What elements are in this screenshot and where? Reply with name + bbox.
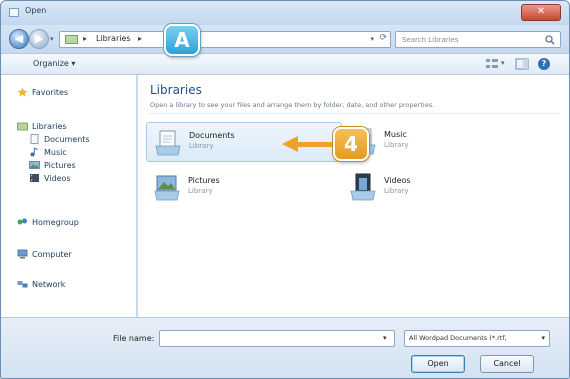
videos-icon <box>30 174 39 182</box>
address-dropdown-icon[interactable]: ▾ <box>370 35 374 43</box>
library-pictures-name: Pictures <box>188 176 220 185</box>
nav-homegroup-label: Homegroup <box>32 217 79 227</box>
library-videos[interactable]: Videos Library <box>342 168 538 208</box>
callout-a: A <box>164 24 200 56</box>
open-dialog: Open ✕ ◀ ▶ ▾ ▸ Libraries ▸ ▾ ⟳ Organiz <box>0 0 570 379</box>
page-subtitle: Open a library to see your files and arr… <box>150 101 435 109</box>
breadcrumb-separator-icon[interactable]: ▸ <box>83 34 87 43</box>
search-box[interactable] <box>395 31 561 48</box>
nav-network[interactable]: Network <box>17 277 65 291</box>
change-view-icon[interactable] <box>485 58 499 70</box>
nav-pictures-label: Pictures <box>44 160 76 170</box>
libraries-icon <box>17 122 28 131</box>
title-bar: Open ✕ <box>1 1 569 25</box>
window-title: Open <box>25 6 47 15</box>
file-type-select[interactable]: All Wordpad Documents (*.rtf, ▾ <box>404 330 550 347</box>
callout-arrow-line <box>297 142 333 147</box>
close-button[interactable]: ✕ <box>521 4 561 21</box>
filename-history-dropdown[interactable]: ▾ <box>383 334 387 342</box>
nav-favorites[interactable]: Favorites <box>17 85 68 99</box>
view-options-dropdown[interactable]: ▾ <box>501 59 505 67</box>
page-title: Libraries <box>150 83 202 97</box>
divider <box>148 113 559 114</box>
homegroup-icon <box>17 218 27 225</box>
nav-library-documents[interactable]: Documents <box>29 132 90 146</box>
computer-icon <box>17 249 28 259</box>
breadcrumb-libraries[interactable]: Libraries <box>96 34 131 43</box>
recent-pages-dropdown[interactable]: ▾ <box>50 35 54 43</box>
file-entry-area: File name: ▾ All Wordpad Documents (*.rt… <box>1 317 569 378</box>
navigation-pane: Favorites Libraries Documents Music Pict… <box>1 75 137 317</box>
network-icon <box>17 281 28 288</box>
preview-pane-icon[interactable] <box>515 58 529 70</box>
chevron-down-icon: ▾ <box>541 334 545 342</box>
nav-videos-label: Videos <box>44 173 71 183</box>
library-documents-name: Documents <box>189 131 235 140</box>
search-icon[interactable] <box>545 35 555 45</box>
libraries-folder-icon <box>65 35 78 44</box>
address-bar[interactable]: ▸ Libraries ▸ ▾ ⟳ <box>59 31 391 48</box>
library-music-type: Library <box>384 141 409 149</box>
filename-label: File name: <box>113 334 155 343</box>
pictures-icon <box>29 161 40 169</box>
nav-favorites-label: Favorites <box>32 87 69 97</box>
toolbar: Organize ▾ ▾ ? <box>1 53 569 75</box>
refresh-icon[interactable]: ⟳ <box>379 33 387 43</box>
library-music-name: Music <box>384 130 407 139</box>
library-documents-type: Library <box>189 142 214 150</box>
nav-computer[interactable]: Computer <box>17 247 72 261</box>
organize-button[interactable]: Organize ▾ <box>33 59 75 68</box>
library-videos-name: Videos <box>384 176 411 185</box>
documents-library-icon <box>155 130 181 156</box>
library-pictures[interactable]: Pictures Library <box>146 168 342 208</box>
nav-computer-label: Computer <box>32 249 72 259</box>
address-row: ◀ ▶ ▾ ▸ Libraries ▸ ▾ ⟳ <box>1 25 569 53</box>
nav-documents-label: Documents <box>44 134 90 144</box>
nav-library-pictures[interactable]: Pictures <box>29 158 76 172</box>
nav-network-label: Network <box>32 279 66 289</box>
callout-step: 4 <box>333 127 369 161</box>
file-type-value: All Wordpad Documents (*.rtf, <box>409 334 507 342</box>
music-icon <box>30 147 38 157</box>
help-icon[interactable]: ? <box>538 58 550 70</box>
back-button[interactable]: ◀ <box>9 29 29 49</box>
breadcrumb-chevron-icon[interactable]: ▸ <box>138 34 142 43</box>
library-music[interactable]: Music Library <box>342 122 538 162</box>
back-arrow-icon: ◀ <box>14 32 24 45</box>
open-button[interactable]: Open <box>411 355 465 373</box>
filename-input[interactable] <box>159 330 395 347</box>
nav-libraries-label: Libraries <box>32 121 67 131</box>
star-icon <box>17 87 28 97</box>
search-input[interactable] <box>402 34 542 46</box>
window-icon <box>9 8 19 17</box>
nav-library-videos[interactable]: Videos <box>29 171 71 185</box>
videos-library-icon <box>350 173 376 201</box>
pictures-library-icon <box>154 175 180 201</box>
forward-arrow-icon: ▶ <box>34 32 44 45</box>
forward-button[interactable]: ▶ <box>29 29 49 49</box>
nav-library-music[interactable]: Music <box>29 145 67 159</box>
nav-homegroup[interactable]: Homegroup <box>17 215 79 229</box>
library-videos-type: Library <box>384 187 409 195</box>
documents-icon <box>30 134 39 144</box>
nav-music-label: Music <box>44 147 67 157</box>
cancel-button[interactable]: Cancel <box>480 355 534 373</box>
callout-arrow-head <box>282 136 298 152</box>
library-pictures-type: Library <box>188 187 213 195</box>
content-pane: Libraries Open a library to see your fil… <box>138 75 569 317</box>
nav-libraries[interactable]: Libraries <box>17 119 67 133</box>
